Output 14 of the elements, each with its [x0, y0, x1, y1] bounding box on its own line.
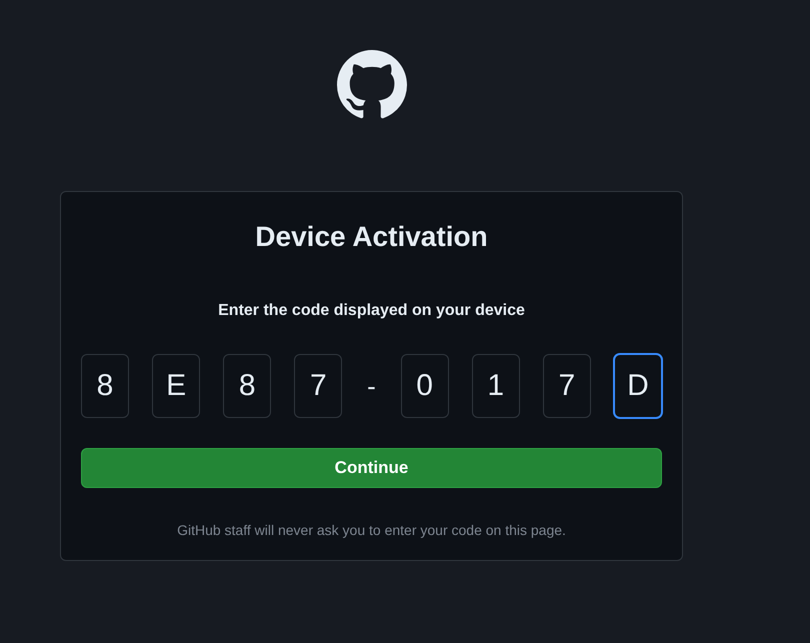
instruction-text: Enter the code displayed on your device [217, 301, 526, 321]
code-separator: - [366, 370, 377, 402]
code-input-field[interactable]: 7 [294, 354, 342, 418]
continue-button[interactable]: Continue [81, 448, 662, 488]
code-input-field[interactable]: 7 [542, 354, 591, 418]
code-input-field[interactable]: 8 [223, 354, 272, 418]
code-input-field[interactable]: 1 [472, 354, 520, 418]
code-input-field[interactable]: 0 [400, 354, 449, 418]
octocat-logo-icon [336, 50, 406, 120]
code-input-field[interactable]: E [152, 354, 200, 418]
code-input-field[interactable]: D [614, 354, 662, 418]
code-input-field[interactable]: 8 [81, 354, 129, 418]
page-heading: Device Activation [254, 220, 489, 254]
notice-text: GitHub staff will never ask you to enter your code on this page. [176, 521, 567, 540]
